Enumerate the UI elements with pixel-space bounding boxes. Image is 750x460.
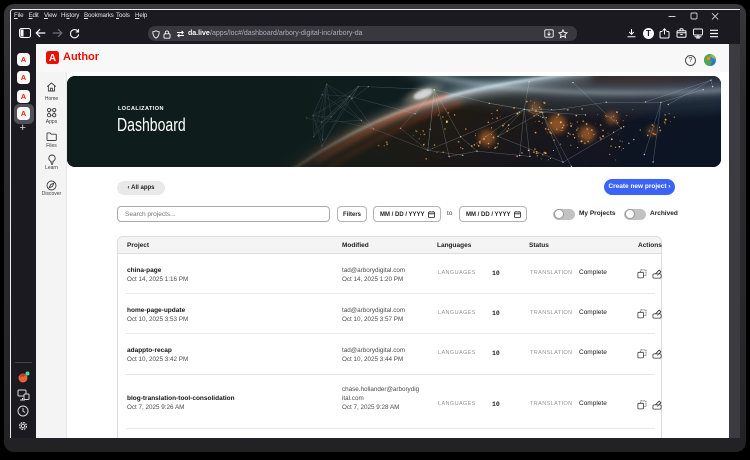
svg-text:A: A	[49, 53, 56, 64]
